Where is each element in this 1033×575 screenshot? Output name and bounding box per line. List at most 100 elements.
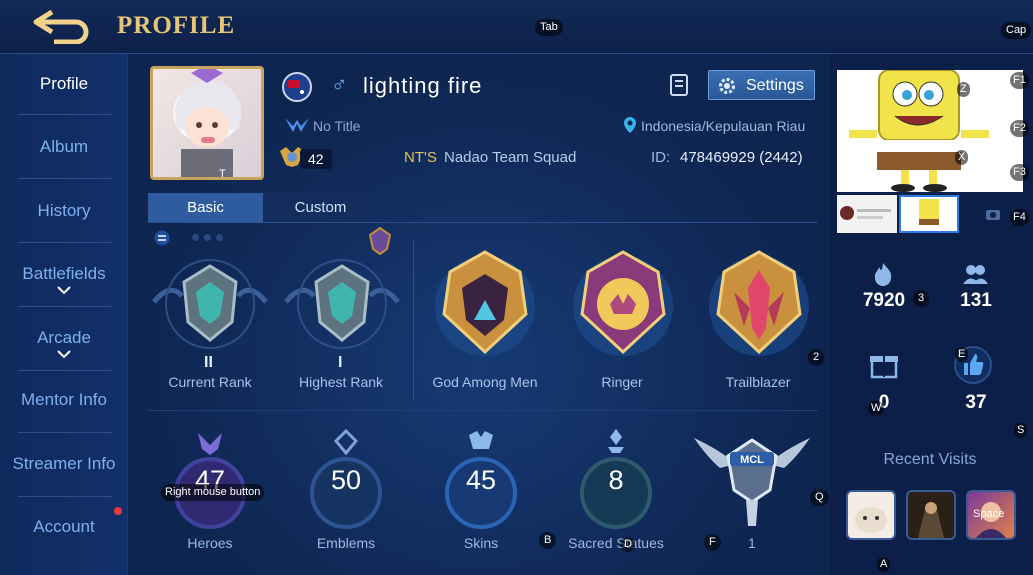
emblems-label: Emblems <box>316 535 376 551</box>
key-hint-f2: F2 <box>1010 120 1029 137</box>
key-hint-x: X <box>955 150 969 165</box>
highest-rank-tier: I <box>338 354 343 371</box>
emblems-count: 50 <box>330 465 362 495</box>
gender-icon: ♂ <box>331 72 348 97</box>
sidebar-item-label: Battlefields <box>22 264 106 283</box>
highest-rank-medal-icon[interactable] <box>282 252 402 362</box>
swap-icon[interactable] <box>153 230 171 246</box>
settings-button[interactable]: Settings <box>708 70 815 100</box>
avatar-portrait-icon <box>173 69 241 177</box>
trailblazer-medal-icon[interactable] <box>704 248 814 360</box>
divider <box>18 370 112 371</box>
tab-label: Custom <box>294 199 347 216</box>
visitor-avatar-icon <box>918 502 944 538</box>
key-hint-tab: Tab <box>535 19 563 36</box>
sidebar-item-album[interactable]: Album <box>0 137 128 157</box>
achievement-label: Ringer <box>601 374 643 390</box>
recent-visitor-avatar[interactable] <box>846 490 896 540</box>
mcl-badge-text: MCL <box>740 454 764 466</box>
gift-icon[interactable] <box>869 349 899 379</box>
top-bar: PROFILE Tab Cap <box>0 0 1033 54</box>
highest-rank-label: Highest Rank <box>298 374 384 390</box>
album-thumbnail[interactable] <box>899 195 959 233</box>
current-rank-label: Current Rank <box>168 374 252 390</box>
key-hint-cap: Cap <box>1001 22 1032 39</box>
skins-label: Skins <box>463 535 499 551</box>
divider <box>18 306 112 307</box>
key-hint-f1: F1 <box>1010 72 1029 89</box>
player-name: lighting fire <box>363 73 483 98</box>
recent-visitor-avatar[interactable]: Space <box>966 490 1016 540</box>
squad-tag: NT'S <box>404 149 437 166</box>
chevron-down-icon <box>57 286 71 294</box>
divider <box>18 178 112 179</box>
album-thumbnail[interactable] <box>837 195 897 233</box>
sidebar-item-label: Arcade <box>37 328 91 347</box>
sidebar-item-battlefields[interactable]: Battlefields <box>0 264 128 294</box>
tab-basic[interactable]: Basic <box>148 193 263 222</box>
divider <box>18 242 112 243</box>
recent-visits-label: Recent Visits <box>883 451 977 468</box>
heroes-label: Heroes <box>187 535 233 551</box>
tab-custom[interactable]: Custom <box>263 193 378 222</box>
skins-count: 45 <box>465 465 497 495</box>
ringer-medal-icon[interactable] <box>568 248 678 360</box>
settings-label: Settings <box>746 77 804 94</box>
sidebar-item-account[interactable]: Account <box>0 517 128 537</box>
sidebar-item-mentor-info[interactable]: Mentor Info <box>0 390 128 410</box>
sidebar-item-label: Profile <box>39 74 89 93</box>
visitor-avatar-icon <box>855 507 887 533</box>
key-hint-3: 3 <box>913 290 930 307</box>
god-among-men-medal-icon[interactable] <box>430 248 540 360</box>
page-title: PROFILE <box>117 12 236 39</box>
avatar[interactable]: T <box>150 66 264 180</box>
player-location: Indonesia/Kepulauan Riau <box>641 118 806 134</box>
key-hint-z: Z <box>957 82 970 97</box>
title-wings-icon <box>285 118 309 132</box>
key-hint-f4: F4 <box>1010 209 1029 226</box>
followers-value: 131 <box>960 290 992 311</box>
sidebar: Profile Album History Battlefields Arcad… <box>0 54 128 575</box>
player-level: 42 <box>300 149 332 169</box>
back-arrow-icon[interactable] <box>30 8 94 44</box>
key-hint-f3: F3 <box>1010 164 1029 181</box>
divider <box>18 496 112 497</box>
achievement-label: Trailblazer <box>725 374 791 390</box>
divider <box>413 240 414 400</box>
likes-value: 37 <box>965 392 987 413</box>
spongebob-image-icon <box>849 70 989 192</box>
sidebar-item-arcade[interactable]: Arcade <box>0 328 128 358</box>
key-hint-d: D <box>621 537 635 552</box>
key-hint-space: Space <box>973 508 1005 520</box>
mcl-badge-icon[interactable]: MCL <box>690 430 814 532</box>
key-hint-right-mouse: Right mouse button <box>161 484 265 501</box>
key-hint-e: E <box>955 347 969 362</box>
thumbnail-image-icon <box>919 199 939 225</box>
sacred-statues-count: 8 <box>608 465 624 495</box>
mcl-count: 1 <box>748 535 756 551</box>
sidebar-item-history[interactable]: History <box>0 201 128 221</box>
achievement-label: God Among Men <box>432 374 538 390</box>
id-label: ID: <box>651 149 671 166</box>
sidebar-item-label: Album <box>39 137 89 156</box>
page-dots <box>192 234 224 242</box>
notification-dot <box>114 507 122 515</box>
recent-visitor-avatar[interactable] <box>906 490 956 540</box>
album-preview-image[interactable]: Z X <box>837 70 1023 192</box>
thumbnail-image-icon <box>840 206 891 220</box>
profile-card-icon[interactable] <box>667 73 691 97</box>
player-title: No Title <box>313 118 361 134</box>
sidebar-item-profile[interactable]: Profile <box>0 74 128 94</box>
squad-name[interactable]: Nadao Team Squad <box>444 149 576 166</box>
country-flag-icon <box>282 72 312 102</box>
sidebar-item-streamer-info[interactable]: Streamer Info <box>0 454 128 474</box>
key-hint-q: Q <box>810 489 829 506</box>
key-hint-2: 2 <box>808 349 825 366</box>
current-rank-medal-icon[interactable] <box>150 252 270 362</box>
divider <box>148 410 818 411</box>
camera-icon[interactable] <box>985 207 1001 221</box>
followers-icon <box>963 265 988 284</box>
divider <box>148 222 818 223</box>
sacred-statues-label: Sacred Statues <box>568 535 664 551</box>
key-hint-t: T <box>219 168 226 180</box>
